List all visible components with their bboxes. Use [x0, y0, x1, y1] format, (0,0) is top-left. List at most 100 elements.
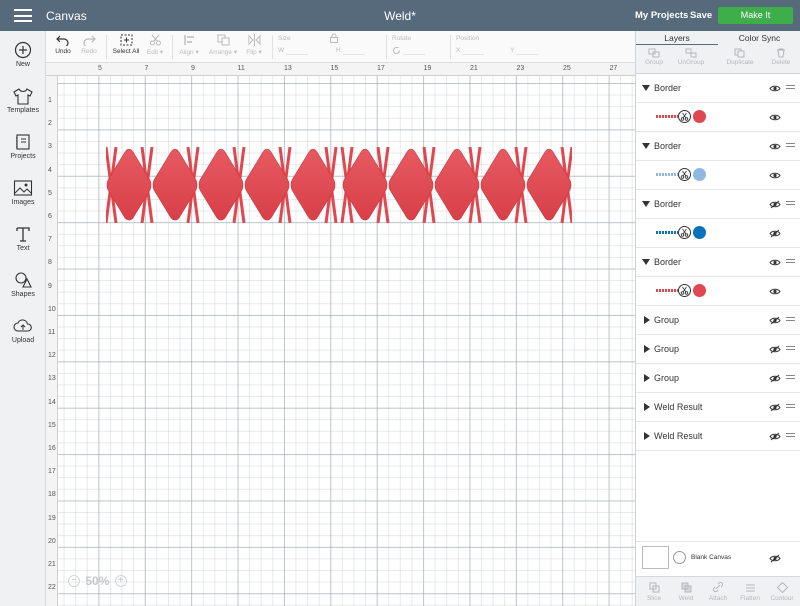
flip-button[interactable]: Flip ▾: [242, 34, 266, 56]
new-tool[interactable]: New: [0, 41, 46, 68]
layer-color-swatch[interactable]: [693, 110, 706, 123]
eye-hidden-icon[interactable]: [769, 229, 781, 238]
blank-canvas-thumbnail[interactable]: [642, 546, 669, 569]
slice-button[interactable]: Slice: [639, 581, 669, 602]
layer-row[interactable]: Group: [636, 335, 800, 364]
cut-operation-icon[interactable]: [678, 110, 691, 123]
flatten-button[interactable]: Flatten: [735, 581, 765, 602]
drag-handle-icon[interactable]: [786, 433, 795, 439]
save-button[interactable]: Save: [690, 10, 712, 21]
blank-canvas-color[interactable]: [673, 551, 686, 564]
weld-button[interactable]: Weld: [671, 581, 701, 602]
drag-handle-icon[interactable]: [786, 404, 795, 410]
layer-row[interactable]: Border: [636, 132, 800, 161]
zoom-in-button[interactable]: +: [114, 575, 127, 587]
drag-handle-icon[interactable]: [786, 375, 795, 381]
ruler-top-tick: 15: [330, 65, 339, 72]
height-field[interactable]: H: [336, 46, 365, 57]
align-icon: [183, 35, 194, 45]
rotate-field[interactable]: [392, 46, 425, 57]
images-tool[interactable]: Images: [0, 179, 46, 206]
hamburger-menu-icon[interactable]: [14, 9, 32, 22]
design-canvas[interactable]: − 50% +: [58, 76, 635, 606]
argyle-border-design[interactable]: [106, 147, 572, 223]
eye-icon[interactable]: [769, 258, 781, 267]
tab-layers[interactable]: Layers: [636, 33, 718, 43]
layer-row[interactable]: Group: [636, 306, 800, 335]
lock-icon[interactable]: [328, 33, 340, 43]
delete-button[interactable]: Delete: [766, 48, 796, 66]
drag-handle-icon[interactable]: [786, 317, 795, 323]
layer-color-swatch[interactable]: [693, 168, 706, 181]
eye-icon[interactable]: [769, 84, 781, 93]
zoom-out-button[interactable]: −: [68, 575, 80, 587]
tab-color-sync[interactable]: Color Sync: [718, 33, 800, 43]
layer-color-swatch[interactable]: [693, 284, 706, 297]
projects-icon: [16, 134, 30, 150]
layer-row[interactable]: Group: [636, 364, 800, 393]
eye-icon[interactable]: [769, 142, 781, 151]
make-it-button[interactable]: Make It: [718, 7, 793, 24]
group-button[interactable]: Group: [640, 48, 668, 66]
align-button[interactable]: Align ▾: [176, 34, 202, 56]
eye-hidden-icon[interactable]: [769, 200, 781, 209]
expand-triangle-icon[interactable]: [644, 403, 650, 411]
eye-icon[interactable]: [769, 287, 781, 296]
eye-icon[interactable]: [769, 113, 781, 122]
text-tool[interactable]: Text: [0, 225, 46, 252]
arrange-button[interactable]: Arrange ▾: [206, 34, 240, 56]
eye-hidden-icon[interactable]: [769, 432, 781, 441]
edit-button[interactable]: Edit ▾: [144, 34, 166, 56]
layer-sub-row[interactable]: [636, 277, 800, 306]
x-position-field[interactable]: X: [456, 46, 485, 57]
layer-sub-row[interactable]: [636, 103, 800, 132]
collapse-triangle-icon[interactable]: [642, 85, 650, 91]
layer-row[interactable]: Weld Result: [636, 422, 800, 451]
ungroup-button[interactable]: UnGroup: [674, 48, 708, 66]
templates-tool[interactable]: Templates: [0, 87, 46, 114]
eye-hidden-icon[interactable]: [769, 374, 781, 383]
cut-operation-icon[interactable]: [678, 284, 691, 297]
layer-sub-row[interactable]: [636, 219, 800, 248]
eye-hidden-icon[interactable]: [769, 554, 781, 563]
my-projects-link[interactable]: My Projects: [635, 10, 688, 21]
projects-tool-label: Projects: [10, 153, 36, 160]
eye-hidden-icon[interactable]: [769, 403, 781, 412]
layer-color-swatch[interactable]: [693, 226, 706, 239]
eye-hidden-icon[interactable]: [769, 345, 781, 354]
contour-button[interactable]: Contour: [767, 581, 797, 602]
ruler-left-tick: 11: [48, 329, 56, 336]
expand-triangle-icon[interactable]: [644, 345, 650, 353]
eye-icon[interactable]: [769, 171, 781, 180]
attach-button[interactable]: Attach: [703, 581, 733, 602]
drag-handle-icon[interactable]: [786, 346, 795, 352]
undo-button[interactable]: Undo: [52, 34, 74, 55]
layer-row[interactable]: Border: [636, 74, 800, 103]
select-all-button[interactable]: Select All: [110, 34, 142, 55]
drag-handle-icon[interactable]: [786, 85, 795, 91]
cut-operation-icon[interactable]: [678, 168, 691, 181]
cut-operation-icon[interactable]: [678, 226, 691, 239]
collapse-triangle-icon[interactable]: [642, 201, 650, 207]
drag-handle-icon[interactable]: [786, 201, 795, 207]
layer-row[interactable]: Weld Result: [636, 393, 800, 422]
layer-row[interactable]: Border: [636, 190, 800, 219]
expand-triangle-icon[interactable]: [644, 316, 650, 324]
upload-tool[interactable]: Upload: [0, 317, 46, 344]
undo-icon: [56, 35, 69, 46]
collapse-triangle-icon[interactable]: [642, 259, 650, 265]
eye-hidden-icon[interactable]: [769, 316, 781, 325]
redo-button[interactable]: Redo: [78, 34, 100, 55]
duplicate-button[interactable]: Duplicate: [720, 48, 760, 66]
y-position-field[interactable]: Y: [510, 46, 539, 57]
drag-handle-icon[interactable]: [786, 259, 795, 265]
projects-tool[interactable]: Projects: [0, 133, 46, 160]
width-field[interactable]: W: [278, 46, 308, 57]
expand-triangle-icon[interactable]: [644, 374, 650, 382]
expand-triangle-icon[interactable]: [644, 432, 650, 440]
layer-sub-row[interactable]: [636, 161, 800, 190]
drag-handle-icon[interactable]: [786, 143, 795, 149]
collapse-triangle-icon[interactable]: [642, 143, 650, 149]
layer-row[interactable]: Border: [636, 248, 800, 277]
shapes-tool[interactable]: Shapes: [0, 271, 46, 298]
